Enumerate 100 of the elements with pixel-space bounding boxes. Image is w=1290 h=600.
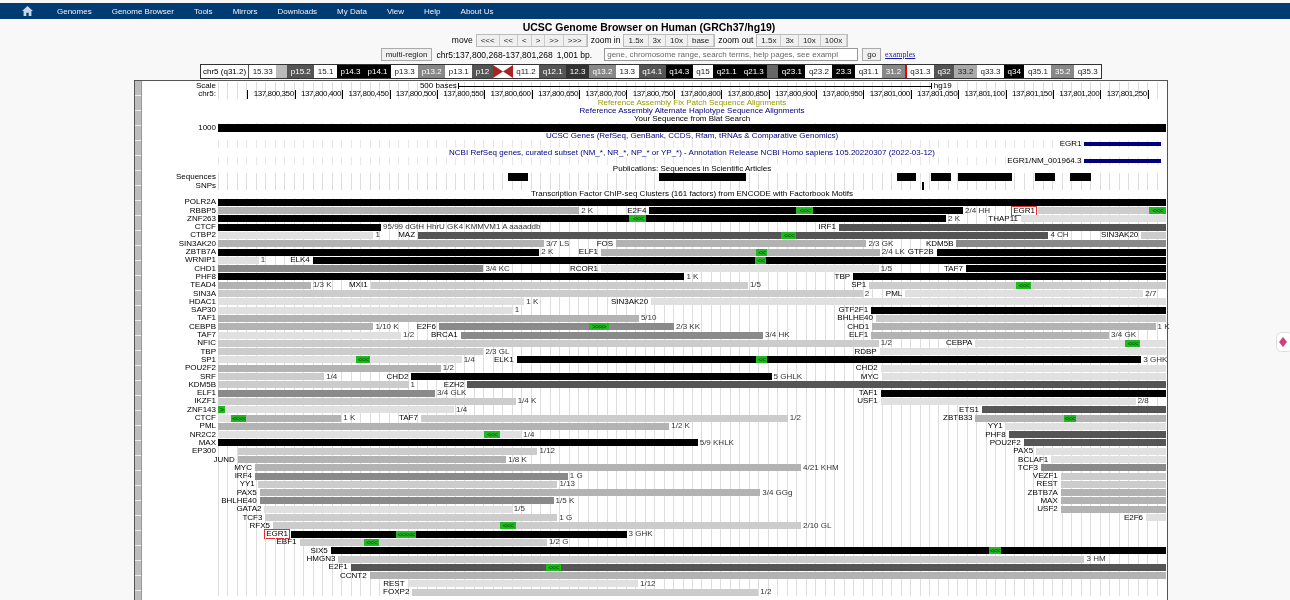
score-text: 2/4 LK <box>881 248 905 257</box>
track-label: ZNF143 <box>187 405 216 414</box>
motif-marker: <<< <box>629 215 647 223</box>
score-text: 1/2 <box>789 414 801 422</box>
chromosome-band: q23.1 <box>778 65 806 78</box>
score-text: 1/4 <box>463 355 475 364</box>
factor-name: ELF1 <box>577 248 599 257</box>
tick-label: 137,801,150 <box>1011 89 1052 99</box>
search-field[interactable]: gene, chromosome range, search terms, help pages, see exampl <box>604 48 859 61</box>
chromosome-band: q14.3 <box>665 65 693 78</box>
chromosome-band: 31.2 <box>882 65 905 78</box>
score-text: 1/12 <box>639 579 656 588</box>
motif-marker: <<< <box>1063 414 1076 422</box>
track-label: WRNIP1 <box>184 256 216 265</box>
track-label: IKZF1 <box>194 397 216 406</box>
factor-name: KDM5B <box>924 239 955 248</box>
track-label: CTCF <box>194 414 216 422</box>
score-text: 4/21 KHM <box>803 463 839 472</box>
factor-name: BRCA1 <box>430 331 459 340</box>
score-text: 1/5 <box>513 505 525 514</box>
motif-marker: <<< <box>500 522 516 530</box>
nav-link[interactable]: Help <box>424 6 441 16</box>
examples-link[interactable]: examples <box>885 50 916 59</box>
multi-region-button[interactable]: multi-region <box>380 48 433 61</box>
nav-link[interactable]: Downloads <box>277 6 318 16</box>
factor-name: MXI1 <box>347 281 369 290</box>
motif-marker: << <box>756 356 767 364</box>
score-text: 3 HM <box>1086 555 1106 564</box>
factor-name: EZH2 <box>442 380 466 389</box>
gene-bar[interactable] <box>1084 142 1162 147</box>
factor-name: IRF4 <box>233 472 253 481</box>
score-text: 1/3 K <box>312 281 332 290</box>
score-text: 1 K <box>526 297 539 306</box>
factor-name: TCF3 <box>1016 463 1039 472</box>
factor-name: ETS1 <box>958 405 981 414</box>
score-text: 3/4 GLK <box>437 389 467 398</box>
tick-label: 137,800,900 <box>774 89 815 99</box>
chromosome-band: q14.1 <box>638 65 666 78</box>
score-text: 2 K <box>581 206 594 215</box>
factor-name: MYC <box>859 372 880 381</box>
nav-link[interactable]: About Us <box>460 6 494 16</box>
factor-name: GATA2 <box>235 505 263 514</box>
track-label: KDM5B <box>188 380 216 389</box>
score-text: 2 <box>864 289 870 298</box>
motif-marker: <<< <box>796 207 814 215</box>
chromosome-band: q21.3 <box>740 65 768 78</box>
track-label: PML <box>199 422 216 431</box>
score-text: 1/2 K <box>671 422 690 431</box>
factor-name: SIN3AK20 <box>1099 231 1140 240</box>
chromosome-ideogram[interactable]: chr5 (q31.2) 15.33 p15.2 15.1 p14.3 p14.1 p13.3 p13.2 p13.1 p12 q11.2 q12.1 12.3 q13.2 13.3 q14.1 q14.3 q15 q21.1 q21.3 q23.1 q23.2 23.3 q31.1 31.2 q31.3 q32 33.2 q33.3 q34 q35.1 35.2 q35.3 <box>200 64 1102 79</box>
factor-name: CHD2 <box>854 364 879 373</box>
factor-name: SP1 <box>850 281 868 290</box>
gene-bar[interactable] <box>1084 158 1162 163</box>
track-label: PHF8 <box>195 272 216 281</box>
factor-name: ELF1 <box>848 331 870 340</box>
score-text: 2/4 HH <box>965 206 990 215</box>
chromosome-band: 12.3 <box>566 65 589 78</box>
assembly-text: hg19 <box>933 82 952 91</box>
factor-name: ZBTB33 <box>942 414 974 422</box>
nav-link[interactable]: Mirrors <box>232 6 258 16</box>
tick-label: 137,800,500 <box>395 89 436 99</box>
track-label: SIN3A <box>192 289 216 298</box>
factor-name: GTF2F1 <box>837 306 870 315</box>
nav-link[interactable]: Genomes <box>57 6 92 16</box>
home-icon[interactable] <box>22 6 33 16</box>
go-button[interactable]: go <box>862 48 882 61</box>
motif-marker: << <box>755 256 766 264</box>
score-text: 1/5 K <box>555 497 575 505</box>
track-label: SRF <box>200 372 216 381</box>
zoom-in-label: zoom in <box>590 35 621 45</box>
factor-name: TBP <box>833 272 852 281</box>
tick-label: 137,800,400 <box>301 89 342 99</box>
nav-link[interactable]: View <box>386 6 405 16</box>
nav-link[interactable]: Tools <box>193 6 213 16</box>
track-label: SIN3AK20 <box>178 239 216 248</box>
chromosome-band: p14.1 <box>364 65 392 78</box>
factor-name: CHD2 <box>385 372 410 381</box>
track-label: ZNF263 <box>187 214 216 223</box>
motif-marker: <<< <box>1016 281 1032 289</box>
factor-name: YY1 <box>986 422 1004 431</box>
tick-label: 137,800,850 <box>727 89 768 99</box>
factor-name: PML <box>884 289 904 298</box>
motif-marker: <<< <box>1125 339 1141 347</box>
score-text: 3/4 GGg <box>762 488 793 497</box>
factor-name: USF2 <box>1036 505 1059 514</box>
nav-link[interactable]: Genome Browser <box>111 6 174 16</box>
chromosome-band: p13.2 <box>418 65 446 78</box>
motif-marker: > <box>218 406 225 414</box>
nav-link[interactable]: My Data <box>337 6 367 16</box>
factor-name: TCF3 <box>241 513 264 522</box>
score-text: 2/3 GK <box>868 239 894 248</box>
diamond-icon[interactable] <box>1276 332 1290 352</box>
tick-label: 137,801,050 <box>917 89 958 99</box>
position-text: chr5:137,800,268-137,801,268 <box>436 49 553 60</box>
factor-name: SIX5 <box>309 546 329 555</box>
score-text: 3 GHK <box>628 530 653 539</box>
score-text: 4 CH <box>1050 231 1069 240</box>
score-text: 1 K <box>343 414 356 422</box>
factor-name: REST <box>1035 480 1059 489</box>
score-text: 3/4 GK <box>1111 331 1136 340</box>
